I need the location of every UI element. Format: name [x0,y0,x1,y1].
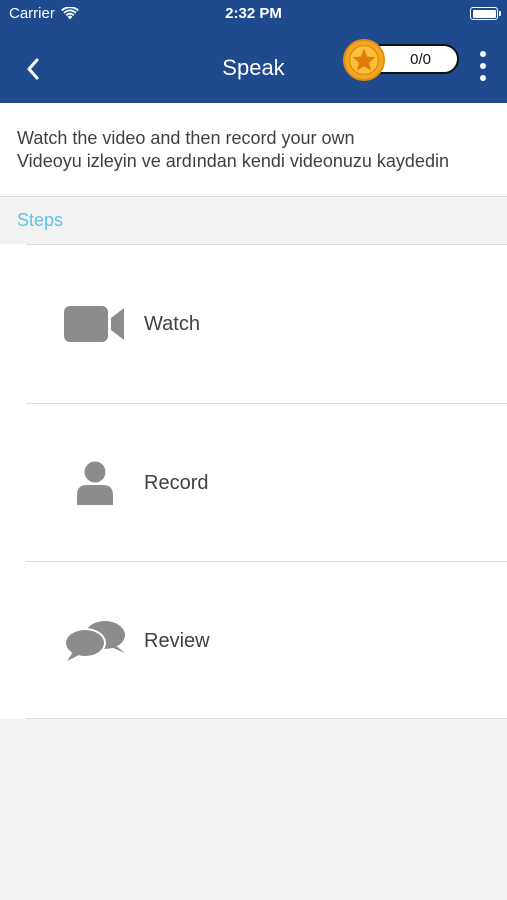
step-watch[interactable]: Watch [0,245,507,403]
step-review[interactable]: Review [0,562,507,720]
instructions-english: Watch the video and then record your own [17,128,355,148]
more-dot-icon [480,63,486,69]
step-record[interactable]: Record [0,404,507,562]
person-icon [62,404,128,562]
battery-icon [470,7,501,20]
steps-section-header: Steps [0,197,507,244]
instructions-panel: Watch the video and then record your own… [0,103,507,197]
chat-bubbles-icon [62,562,128,720]
star-coin-icon [343,39,385,81]
steps-list: Watch Record Review [0,244,507,719]
steps-section-label: Steps [17,210,64,230]
step-review-label: Review [144,630,210,652]
more-dot-icon [480,51,486,57]
step-record-label: Record [144,472,209,494]
video-camera-icon [62,245,128,403]
more-dot-icon [480,75,486,81]
status-time: 2:32 PM [225,5,282,22]
divider [26,718,507,719]
step-watch-label: Watch [144,313,200,335]
more-options-button[interactable] [473,49,493,83]
score-badge[interactable]: 0/0 [343,39,461,81]
status-bar: Carrier 2:32 PM [0,0,507,28]
instructions-turkish: Videoyu izleyin ve ardından kendi videon… [17,151,449,171]
navigation-bar: Carrier 2:32 PM Speak 0/0 [0,0,507,103]
